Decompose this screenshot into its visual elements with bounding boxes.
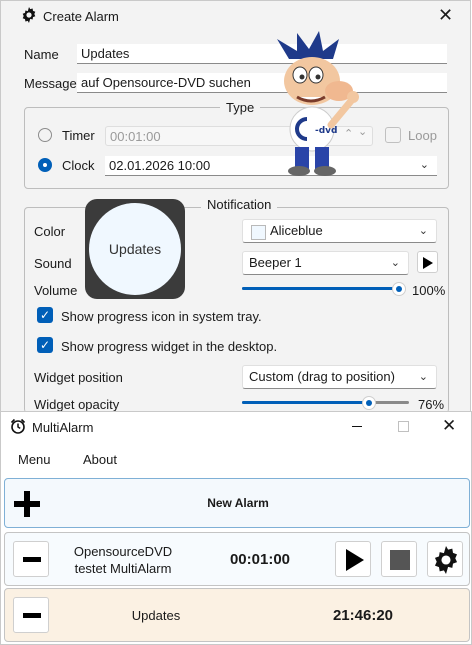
menu-item-menu[interactable]: Menu xyxy=(18,452,51,467)
widget-opacity-label: Widget opacity xyxy=(34,397,120,412)
minimize-icon[interactable] xyxy=(352,426,362,427)
sound-value: Beeper 1 xyxy=(249,255,302,270)
chevron-down-icon[interactable]: ⌄ xyxy=(391,252,400,274)
alarm-time: 21:46:20 xyxy=(332,607,394,624)
alarm-name: OpensourceDVD testet MultiAlarm xyxy=(73,544,173,576)
widget-label: Show progress widget in the desktop. xyxy=(61,339,278,354)
tray-checkbox[interactable]: ✓ xyxy=(37,307,53,323)
alarm-row: Updates 21:46:20 xyxy=(4,588,470,642)
clock-label: Clock xyxy=(62,158,95,173)
notification-legend: Notification xyxy=(201,197,278,212)
type-legend: Type xyxy=(220,100,261,115)
multialarm-window: MultiAlarm ✕ Menu About New Alarm Openso… xyxy=(0,411,472,645)
play-sound-button[interactable] xyxy=(417,251,438,273)
chevron-down-icon[interactable]: ⌄ xyxy=(419,366,428,388)
remove-alarm-button[interactable] xyxy=(13,541,49,577)
widget-position-label: Widget position xyxy=(34,370,123,385)
logo-text: -dvd xyxy=(315,126,338,136)
widget-position-select[interactable]: Custom (drag to position) ⌄ xyxy=(242,365,437,389)
mascot-logo: -dvd xyxy=(267,29,367,179)
color-swatch xyxy=(251,225,266,240)
loop-checkbox[interactable] xyxy=(385,127,401,143)
widget-position-value: Custom (drag to position) xyxy=(249,369,395,384)
new-alarm-button[interactable]: New Alarm xyxy=(4,478,470,528)
type-group xyxy=(24,107,449,189)
play-icon xyxy=(346,549,364,571)
timer-label: Timer xyxy=(62,128,95,143)
clock-value: 02.01.2026 10:00 xyxy=(109,158,211,173)
play-button[interactable] xyxy=(335,541,371,577)
color-value: Aliceblue xyxy=(270,223,323,238)
timer-radio[interactable] xyxy=(38,128,52,142)
close-icon[interactable]: ✕ xyxy=(442,417,456,434)
tray-label: Show progress icon in system tray. xyxy=(61,309,262,324)
window-title: Create Alarm xyxy=(43,9,119,24)
loop-label: Loop xyxy=(408,128,437,143)
settings-button[interactable] xyxy=(427,541,463,577)
minus-icon xyxy=(23,613,41,618)
name-label: Name xyxy=(24,47,59,62)
alarm-name: Updates xyxy=(131,608,181,623)
volume-label: Volume xyxy=(34,283,78,298)
remove-alarm-button[interactable] xyxy=(13,597,49,633)
message-label: Message xyxy=(24,76,77,91)
minus-icon xyxy=(23,557,41,562)
name-input[interactable]: Updates xyxy=(77,44,447,64)
create-alarm-window: Create Alarm ✕ Name Updates Message auf … xyxy=(0,0,471,413)
chevron-down-icon[interactable]: ⌄ xyxy=(419,220,428,242)
maximize-icon[interactable] xyxy=(398,421,409,432)
volume-value: 100% xyxy=(412,283,446,298)
close-icon[interactable]: ✕ xyxy=(438,6,453,24)
progress-widget-preview[interactable]: Updates xyxy=(85,199,185,299)
volume-slider-thumb[interactable] xyxy=(392,282,406,296)
alarm-row: OpensourceDVD testet MultiAlarm 00:01:00 xyxy=(4,532,470,586)
color-label: Color xyxy=(34,224,66,239)
play-icon xyxy=(423,257,433,269)
alarm-time: 00:01:00 xyxy=(229,551,291,568)
volume-slider-fill xyxy=(242,287,399,290)
preview-label: Updates xyxy=(108,241,162,257)
color-select[interactable]: Aliceblue ⌄ xyxy=(242,219,437,243)
stop-button[interactable] xyxy=(381,541,417,577)
window-title: MultiAlarm xyxy=(32,420,94,435)
widget-opacity-value: 76% xyxy=(418,397,445,412)
gear-icon xyxy=(21,7,37,23)
chevron-down-icon[interactable]: ⌄ xyxy=(420,156,429,174)
sound-select[interactable]: Beeper 1 ⌄ xyxy=(242,251,409,275)
widget-checkbox[interactable]: ✓ xyxy=(37,337,53,353)
opacity-slider-fill xyxy=(242,401,369,404)
menu-item-about[interactable]: About xyxy=(83,452,117,467)
clock-radio[interactable] xyxy=(38,158,52,172)
alarm-clock-icon xyxy=(10,418,26,434)
stop-icon xyxy=(390,550,410,570)
message-input[interactable]: auf Opensource-DVD suchen xyxy=(77,73,447,93)
opacity-slider-thumb[interactable] xyxy=(362,396,376,410)
sound-label: Sound xyxy=(34,256,72,271)
new-alarm-label: New Alarm xyxy=(207,496,269,510)
gear-icon xyxy=(434,546,458,574)
